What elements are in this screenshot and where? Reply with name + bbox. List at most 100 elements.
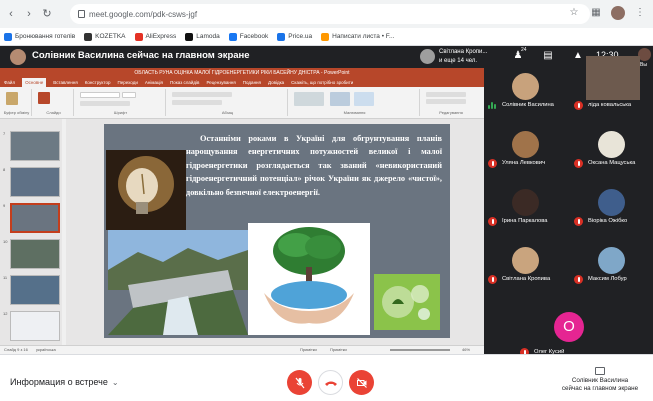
mic-off-icon <box>295 377 304 388</box>
participant-tile[interactable]: Віоріка Ожібко <box>570 184 653 231</box>
slide-thumbnail[interactable] <box>10 239 60 269</box>
ppt-tab[interactable]: Довідка <box>268 80 284 85</box>
font-name-field[interactable] <box>80 92 120 98</box>
participant-tile[interactable]: Оксана Мацуська <box>570 126 653 173</box>
paste-icon[interactable] <box>6 92 18 105</box>
slide-thumbnail[interactable] <box>10 275 60 305</box>
slide-thumbnail[interactable] <box>10 167 60 197</box>
ppt-tab[interactable]: Подання <box>243 80 261 85</box>
participant-tile[interactable]: Уляна Левкович <box>484 126 568 173</box>
meet-header: Солівник Василина сейчас на главном экра… <box>0 46 653 68</box>
back-icon[interactable]: ‹ <box>4 7 18 21</box>
chevron-down-icon: ⌄ <box>111 378 119 387</box>
presenting-title: Солівник Василина сейчас на главном экра… <box>32 50 250 61</box>
ppt-status-bar: Слайд 9 з 16 українська Примітки Примітк… <box>0 345 484 354</box>
bookmark-2[interactable]: AliExpress <box>134 32 177 41</box>
new-slide-icon[interactable] <box>38 92 50 104</box>
participant-name: Солівник Василина <box>502 102 554 108</box>
mic-off-icon <box>488 217 497 226</box>
ppt-tab[interactable]: Вставлення <box>53 80 78 85</box>
font-size-field[interactable] <box>122 92 136 98</box>
address-bar[interactable]: meet.google.com/pdk-csws-jgf <box>70 4 590 24</box>
slide-thumbnail[interactable] <box>10 311 60 341</box>
ribbon-clipboard: Буфер обміну <box>2 89 32 116</box>
ppt-tab[interactable]: Показ слайдів <box>170 80 199 85</box>
shapes-gallery[interactable] <box>294 92 324 106</box>
screen: ‹ › ↻ meet.google.com/pdk-csws-jgf ☆ ▦ ⋮… <box>0 0 653 401</box>
participant-tile[interactable]: О Олег Кусий <box>516 302 621 357</box>
find-button[interactable] <box>426 92 466 97</box>
participant-avatar <box>598 131 625 158</box>
bookmark-icon <box>84 32 93 41</box>
participant-initial-avatar: О <box>554 312 584 342</box>
profile-avatar[interactable] <box>611 6 625 20</box>
bookmark-label: Price.ua <box>288 33 313 40</box>
participant-tile[interactable]: Солівник Василина <box>484 68 568 115</box>
mic-toggle-button[interactable] <box>287 370 312 395</box>
comments-button[interactable]: Примітки <box>330 347 347 352</box>
participant-name: Віоріка Ожібко <box>588 218 628 224</box>
reload-icon[interactable]: ↻ <box>40 7 54 21</box>
slide-body-text: Останніми роками в Україні для обгрунтув… <box>186 134 442 197</box>
notes-button[interactable]: Примітки <box>300 347 317 352</box>
meet-controls: Информация о встрече⌄ Солівник Василина <box>0 354 653 401</box>
slide-thumbnail[interactable] <box>10 131 60 161</box>
star-icon[interactable]: ☆ <box>567 6 581 20</box>
participant-tile[interactable]: Максим Лобур <box>570 242 653 289</box>
leave-call-button[interactable] <box>318 370 343 395</box>
bookmark-3[interactable]: Lamoda <box>185 32 220 41</box>
menu-icon[interactable]: ⋮ <box>633 6 647 20</box>
bookmark-6[interactable]: Написати листа • F... <box>321 32 394 41</box>
bookmark-label: Lamoda <box>196 33 220 40</box>
font-format-buttons[interactable] <box>80 101 130 106</box>
current-slide[interactable]: Останніми роками в Україні для обгрунтув… <box>104 124 450 338</box>
bookmark-1[interactable]: KOZETKA <box>84 32 126 41</box>
speaking-indicator-icon <box>488 102 497 109</box>
arrange-button[interactable] <box>330 92 350 106</box>
list-buttons[interactable] <box>172 92 232 97</box>
zoom-level: 46% <box>462 347 471 352</box>
participant-tile[interactable]: Ірина Паркалова <box>484 184 568 231</box>
forward-icon[interactable]: › <box>22 7 36 21</box>
camera-toggle-button[interactable] <box>349 370 374 395</box>
slide-counter: Слайд 9 з 16 <box>4 347 28 352</box>
activities-icon[interactable]: ▲ <box>572 50 584 61</box>
ribbon-paragraph: Абзац <box>168 89 288 116</box>
thumb-number: 9 <box>3 203 6 208</box>
presenting-status[interactable]: Солівник Василина сейчас на главном экра… <box>560 367 640 393</box>
participant-tile[interactable]: ліда ковальська <box>570 56 653 115</box>
camera-off-icon <box>356 377 367 388</box>
ppt-tab[interactable]: Анімація <box>145 80 163 85</box>
bookmark-4[interactable]: Facebook <box>228 32 268 41</box>
mic-off-icon <box>574 101 583 110</box>
participant-tile[interactable]: Світлана Кропива <box>484 242 568 289</box>
replace-button[interactable] <box>426 99 466 104</box>
ppt-ribbon-tabs: Файл Основне Вставлення Конструктор Пере… <box>0 78 484 87</box>
ppt-tab-active[interactable]: Основне <box>22 78 47 87</box>
chip-name: Світлана Кропи... <box>439 49 488 55</box>
ppt-ribbon: Буфер обміну Слайди Шрифт Абзац Малюванн… <box>0 87 484 119</box>
slide-thumbnail-selected[interactable] <box>10 203 60 233</box>
language-indicator: українська <box>36 347 56 352</box>
quick-styles-button[interactable] <box>354 92 374 106</box>
ppt-tab[interactable]: Конструктор <box>85 80 111 85</box>
extension-icon[interactable]: ▦ <box>589 6 603 20</box>
mic-off-icon <box>574 217 583 226</box>
chat-icon[interactable]: ▤ <box>542 50 554 61</box>
ppt-tab[interactable]: Переходи <box>117 80 137 85</box>
align-buttons[interactable] <box>172 100 222 105</box>
people-icon[interactable]: ♟ 24 <box>512 47 527 61</box>
bookmark-label: AliExpress <box>145 33 177 40</box>
url-text: meet.google.com/pdk-csws-jgf <box>89 9 198 19</box>
thumb-number: 10 <box>3 239 8 244</box>
ppt-tell-me[interactable]: Скажіть, що потрібно зробити <box>291 80 353 85</box>
ppt-tab[interactable]: Рецензування <box>206 80 235 85</box>
zoom-slider[interactable] <box>390 349 450 351</box>
bookmark-5[interactable]: Price.ua <box>277 32 313 41</box>
participants-chip[interactable]: Світлана Кропи... и еще 14 чел. <box>418 48 488 67</box>
dam-image <box>108 230 248 335</box>
ppt-tab[interactable]: Файл <box>4 80 15 85</box>
meeting-details-button[interactable]: Информация о встрече ⌄ <box>10 377 119 387</box>
mic-off-icon <box>574 159 583 168</box>
bookmark-0[interactable]: Бронювання готелів <box>4 32 75 41</box>
